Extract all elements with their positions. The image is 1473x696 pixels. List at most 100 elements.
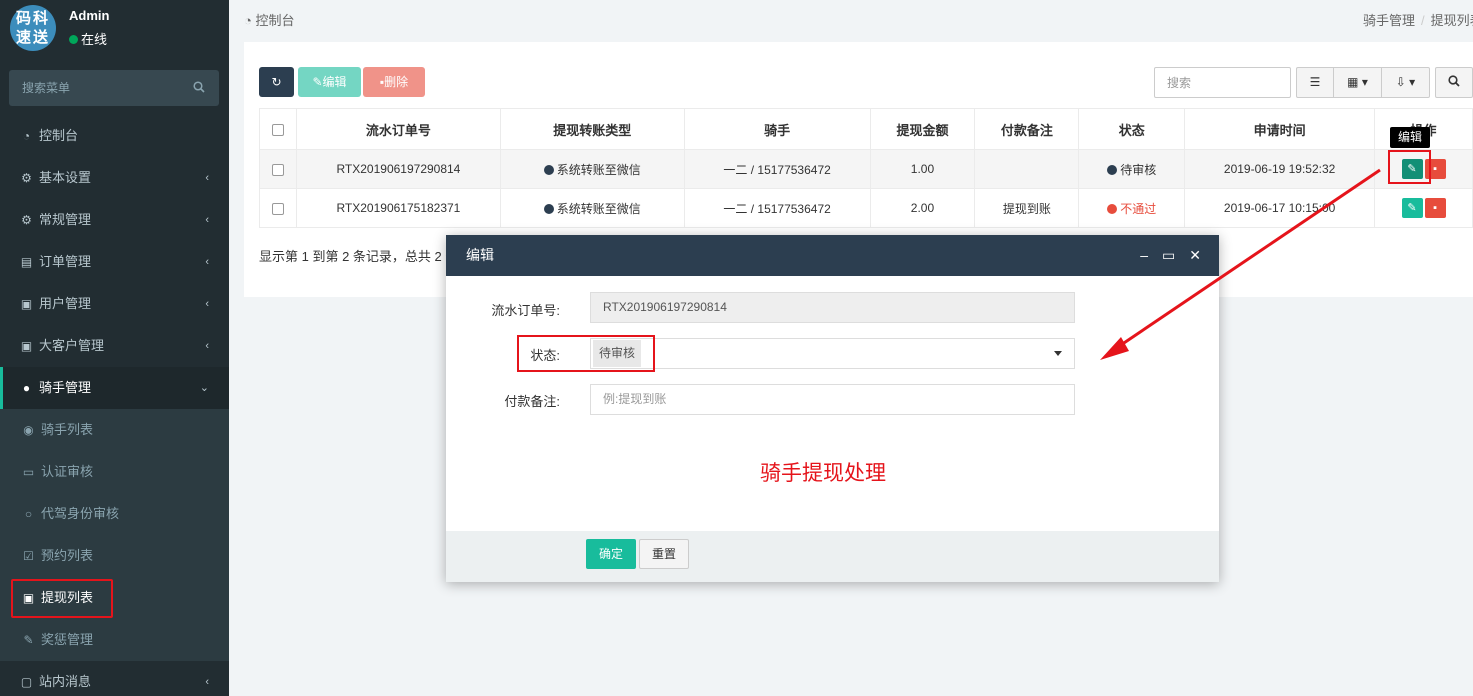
row-checkbox[interactable] (271, 202, 284, 215)
sidebar-item-rewards[interactable]: ✎ 奖惩管理 (0, 619, 229, 661)
status-dot-icon (543, 164, 554, 175)
row-checkbox[interactable] (271, 163, 284, 176)
edit-button-label: 编辑 (322, 75, 347, 89)
logo: 码科速送 (10, 5, 56, 51)
highlight-box (11, 579, 113, 618)
breadcrumb-home-label: 控制台 (255, 13, 295, 28)
refresh-button[interactable]: ↻ (259, 67, 294, 97)
reset-button[interactable]: 重置 (639, 539, 689, 569)
table-search-input[interactable] (1154, 67, 1291, 98)
column-header[interactable]: 骑手 (683, 108, 871, 150)
column-header[interactable]: 流水订单号 (295, 108, 501, 150)
operations-cell: ✎ ▪ (1374, 188, 1473, 228)
sidebar-item-users[interactable]: ▣ 用户管理 ‹ (0, 283, 229, 325)
type-label: 系统转账至微信 (556, 162, 641, 177)
chevron-left-icon: ‹ (205, 256, 209, 268)
time-cell: 2019-06-17 10:15:00 (1184, 188, 1376, 228)
close-icon[interactable]: ✕ (1189, 247, 1201, 263)
columns-button[interactable]: ▦ ▾ (1333, 67, 1382, 98)
menu-search-input[interactable] (9, 70, 179, 106)
select-all-checkbox[interactable] (271, 124, 284, 137)
remark-cell: 提现到账 (974, 188, 1080, 228)
export-button[interactable]: ⇩ ▾ (1381, 67, 1430, 98)
sidebar-item-dashboard[interactable]: ◔ 控制台 (0, 115, 229, 157)
sidebar-item-label: 基本设置 (39, 170, 92, 185)
order-no-label: 流水订单号: (491, 303, 560, 318)
minimize-icon[interactable]: – (1140, 247, 1148, 263)
chevron-left-icon: ‹ (205, 172, 209, 184)
sidebar-item-basic-settings[interactable]: ⚙ 基本设置 ‹ (0, 157, 229, 199)
sidebar-item-verification[interactable]: ▭ 认证审核 (0, 451, 229, 493)
order-no-cell: RTX201906175182371 (295, 188, 501, 228)
remark-input[interactable]: 例:提现到账 (590, 384, 1075, 415)
menu-search (9, 70, 219, 106)
breadcrumb-current: 提现列表 (1430, 13, 1473, 28)
sidebar-item-riders[interactable]: ● 骑手管理 ⌄ (0, 367, 229, 409)
confirm-button[interactable]: 确定 (586, 539, 636, 569)
status-select[interactable]: 待审核 (590, 338, 1075, 369)
column-header[interactable]: 提现金额 (869, 108, 976, 150)
sidebar-item-label: 代驾身份审核 (41, 506, 120, 521)
dialog-footer: 确定 重置 (446, 531, 1219, 582)
message-icon: ▢ (20, 675, 33, 689)
sidebar-item-label: 骑手列表 (41, 422, 94, 437)
sidebar-item-messages[interactable]: ▢ 站内消息 ‹ (0, 661, 229, 696)
order-no-cell: RTX201906197290814 (295, 149, 501, 189)
table-row[interactable]: RTX201906197290814 系统转账至微信 一二 / 15177536… (259, 149, 1473, 189)
sidebar-item-label: 控制台 (39, 128, 79, 143)
check-square-icon: ☑ (23, 549, 34, 563)
export-icon: ⇩ ▾ (1395, 75, 1416, 89)
status-cell: 待审核 (1078, 149, 1186, 189)
sidebar-item-label: 大客户管理 (39, 338, 105, 353)
type-label: 系统转账至微信 (556, 201, 641, 216)
list-icon: ☰ (1309, 75, 1321, 89)
sidebar-item-rider-list[interactable]: ◉ 骑手列表 (0, 409, 229, 451)
search-icon (1448, 75, 1460, 87)
sidebar-item-label: 认证审核 (41, 464, 94, 479)
breadcrumb-home[interactable]: ◔ 控制台 (244, 10, 294, 29)
table-header-row: 流水订单号 提现转账类型 骑手 提现金额 付款备注 状态 申请时间 操作 (259, 108, 1473, 150)
amount-cell: 2.00 (869, 188, 976, 228)
delete-button[interactable]: ▪删除 (363, 67, 425, 97)
row-select-cell (259, 188, 297, 228)
caret-down-icon (1054, 351, 1062, 356)
sidebar-item-driver-verification[interactable]: ○ 代驾身份审核 (0, 493, 229, 535)
row-delete-button[interactable]: ▪ (1424, 198, 1446, 218)
sidebar-item-key-accounts[interactable]: ▣ 大客户管理 ‹ (0, 325, 229, 367)
user-panel: 码科速送 Admin 在线 (0, 0, 229, 60)
edit-button[interactable]: ✎编辑 (298, 67, 361, 97)
row-edit-button[interactable]: ✎ (1401, 198, 1423, 218)
toggle-view-button[interactable]: ☰ (1296, 67, 1334, 98)
order-no-field[interactable]: RTX201906197290814 (590, 292, 1075, 323)
chevron-left-icon: ‹ (205, 298, 209, 310)
sidebar-item-label: 常规管理 (39, 212, 92, 227)
annotation-text: 骑手提现处理 (760, 462, 886, 485)
sidebar-item-label: 用户管理 (39, 296, 92, 311)
column-header[interactable]: 提现转账类型 (499, 108, 685, 150)
chevron-left-icon: ‹ (205, 214, 209, 226)
column-header[interactable]: 付款备注 (974, 108, 1080, 150)
sidebar-item-label: 预约列表 (41, 548, 94, 563)
column-header[interactable]: 申请时间 (1184, 108, 1376, 150)
sidebar-item-reservations[interactable]: ☑ 预约列表 (0, 535, 229, 577)
user-circle-icon: ◉ (23, 423, 34, 437)
status-cell: 不通过 (1078, 188, 1186, 228)
sidebar-item-general[interactable]: ⚙ 常规管理 ‹ (0, 199, 229, 241)
select-all-cell (259, 108, 297, 150)
maximize-icon[interactable]: ▭ (1162, 247, 1175, 263)
column-header[interactable]: 状态 (1078, 108, 1186, 150)
dialog-tools: – ▭ ✕ (1126, 235, 1201, 276)
status-dot-icon (1107, 164, 1118, 175)
highlight-box (1388, 150, 1431, 184)
online-dot-icon (69, 35, 78, 44)
sidebar-item-orders[interactable]: ▤ 订单管理 ‹ (0, 241, 229, 283)
book-icon: ▤ (20, 255, 33, 269)
status-dot-icon (543, 203, 554, 214)
status-label: 不通过 (1120, 201, 1157, 216)
sidebar-item-label: 订单管理 (39, 254, 92, 269)
breadcrumb-parent[interactable]: 骑手管理 (1363, 13, 1415, 28)
grid-icon: ▦ ▾ (1347, 75, 1368, 89)
search-icon[interactable] (193, 81, 205, 93)
table-row[interactable]: RTX201906175182371 系统转账至微信 一二 / 15177536… (259, 188, 1473, 228)
advanced-search-button[interactable] (1435, 67, 1473, 98)
